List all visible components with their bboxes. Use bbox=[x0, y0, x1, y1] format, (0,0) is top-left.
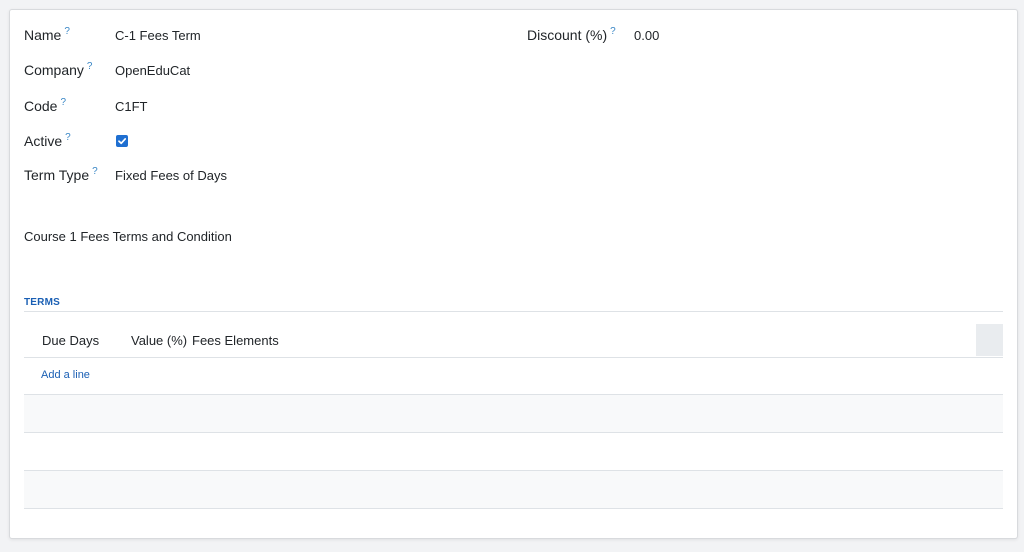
active-field: Active? bbox=[24, 130, 504, 152]
terms-table-header: Due Days Value (%) Fees Elements bbox=[24, 324, 1003, 358]
column-value-percent[interactable]: Value (%) bbox=[131, 333, 187, 348]
active-label: Active? bbox=[24, 132, 71, 149]
name-label: Name? bbox=[24, 26, 70, 43]
company-label: Company? bbox=[24, 61, 93, 78]
discount-field: Discount (%)? 0.00 bbox=[527, 24, 827, 46]
discount-help-icon[interactable]: ? bbox=[610, 26, 616, 37]
empty-row bbox=[24, 471, 1003, 508]
checkmark-icon bbox=[118, 138, 127, 145]
term-type-value[interactable]: Fixed Fees of Days bbox=[115, 168, 227, 183]
add-line-link[interactable]: Add a line bbox=[41, 369, 90, 381]
term-type-help-icon[interactable]: ? bbox=[92, 166, 98, 177]
column-due-days[interactable]: Due Days bbox=[42, 333, 99, 348]
name-help-icon[interactable]: ? bbox=[64, 26, 70, 37]
discount-value[interactable]: 0.00 bbox=[634, 28, 659, 43]
company-field: Company? OpenEduCat bbox=[24, 59, 504, 81]
terms-divider bbox=[24, 311, 1003, 312]
active-help-icon[interactable]: ? bbox=[65, 132, 71, 143]
code-label: Code? bbox=[24, 97, 67, 114]
code-help-icon[interactable]: ? bbox=[60, 97, 66, 108]
terms-section-title: TERMS bbox=[24, 297, 60, 308]
row-divider bbox=[24, 508, 1003, 509]
term-type-field: Term Type? Fixed Fees of Days bbox=[24, 164, 504, 186]
header-divider bbox=[24, 357, 1003, 358]
code-value[interactable]: C1FT bbox=[115, 99, 148, 114]
company-help-icon[interactable]: ? bbox=[87, 61, 93, 72]
company-value[interactable]: OpenEduCat bbox=[115, 63, 190, 78]
name-value[interactable]: C-1 Fees Term bbox=[115, 28, 201, 43]
discount-label: Discount (%)? bbox=[527, 26, 616, 43]
term-type-label: Term Type? bbox=[24, 166, 98, 183]
name-field: Name? C-1 Fees Term bbox=[24, 24, 504, 46]
active-checkbox[interactable] bbox=[116, 135, 128, 147]
column-settings-handle[interactable] bbox=[976, 324, 1003, 356]
description-text[interactable]: Course 1 Fees Terms and Condition bbox=[24, 229, 232, 244]
column-fees-elements[interactable]: Fees Elements bbox=[192, 333, 279, 348]
empty-row bbox=[24, 433, 1003, 470]
code-field: Code? C1FT bbox=[24, 95, 504, 117]
form-sheet: Name? C-1 Fees Term Company? OpenEduCat … bbox=[9, 9, 1018, 539]
empty-row bbox=[24, 395, 1003, 432]
